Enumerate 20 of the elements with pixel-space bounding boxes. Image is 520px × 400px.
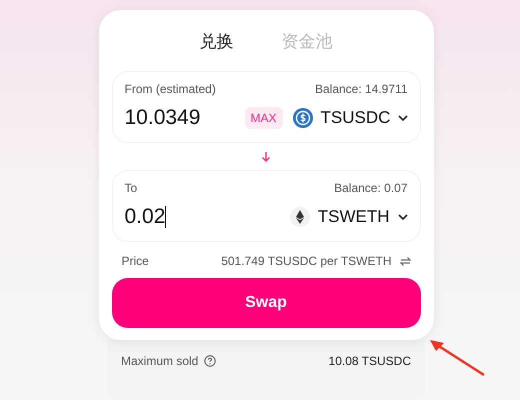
chevron-icon bbox=[398, 115, 408, 121]
detail-value: 10.08 TSUSDC bbox=[328, 354, 411, 368]
detail-label: Maximum sold bbox=[121, 354, 198, 368]
field-label: From (estimated) bbox=[124, 82, 216, 96]
coin-icon bbox=[292, 108, 313, 128]
tab[interactable]: 兑换 bbox=[200, 30, 234, 53]
swap-arrows-icon[interactable] bbox=[400, 256, 410, 266]
amount-field[interactable]: 10.0349 bbox=[124, 106, 244, 130]
balance-text: Balance: 0.07 bbox=[334, 181, 408, 195]
token-selector[interactable]: TSUSDC bbox=[292, 108, 408, 128]
help-icon[interactable] bbox=[204, 355, 216, 367]
field-label: To bbox=[124, 181, 138, 195]
swap-button[interactable]: Swap bbox=[112, 278, 420, 328]
amount-field[interactable]: 0.02 bbox=[124, 205, 164, 229]
chevron-icon bbox=[398, 214, 408, 220]
price-label: Price bbox=[122, 254, 149, 268]
balance-text: Balance: 14.9711 bbox=[314, 82, 408, 96]
arrow-down-icon[interactable] bbox=[261, 151, 271, 162]
price-value: 501.749 TSUSDC per TSWETH bbox=[221, 254, 392, 268]
token-selector[interactable]: TSWETH bbox=[290, 207, 408, 227]
